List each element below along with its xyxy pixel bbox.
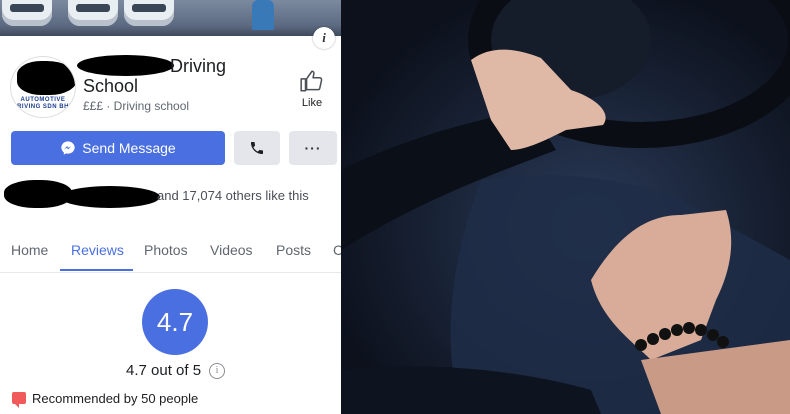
cover-photo <box>0 0 341 36</box>
messenger-icon <box>61 141 75 155</box>
page-category: £££ · Driving school <box>83 99 190 113</box>
redacted-names <box>60 186 160 208</box>
thumbs-up-icon <box>300 70 323 92</box>
active-tab-indicator <box>60 269 133 271</box>
person-image <box>252 0 274 30</box>
car-image <box>68 0 118 26</box>
tab-videos[interactable]: Videos <box>210 242 253 258</box>
logo-text: AUTOMOTIVE DRIVING SDN BHD <box>12 97 74 110</box>
page-title-line1: Driving <box>170 56 227 76</box>
car-interior-photo <box>341 0 790 414</box>
tab-posts[interactable]: Posts <box>276 242 311 258</box>
send-message-label: Send Message <box>82 140 176 156</box>
car-image <box>124 0 174 26</box>
like-button[interactable]: Like <box>295 68 329 109</box>
redaction-mark <box>17 61 75 95</box>
photo-panel <box>341 0 790 414</box>
rating-badge: 4.7 <box>142 289 208 355</box>
more-button[interactable]: ··· <box>289 131 337 165</box>
like-label: Like <box>301 97 323 109</box>
info-icon[interactable]: i <box>209 363 225 379</box>
avatar[interactable]: AUTOMOTIVE DRIVING SDN BHD <box>10 56 76 118</box>
likes-summary: and 17,074 others like this <box>157 188 309 203</box>
rating-summary: 4.7 out of 5 <box>126 362 202 379</box>
page-title-line2: School <box>83 76 139 96</box>
info-button[interactable]: i <box>313 27 335 49</box>
tab-more[interactable]: C <box>333 242 341 258</box>
recommendation-count: Recommended by 50 people <box>32 391 199 406</box>
redacted-name <box>77 55 174 76</box>
call-button[interactable] <box>234 131 280 165</box>
tab-reviews[interactable]: Reviews <box>71 242 124 258</box>
car-image <box>2 0 52 26</box>
tab-home[interactable]: Home <box>11 242 48 258</box>
recommend-icon <box>12 392 26 408</box>
tab-photos[interactable]: Photos <box>144 242 188 258</box>
tab-bar: Home Reviews Photos Videos Posts C <box>0 232 341 273</box>
send-message-button[interactable]: Send Message <box>11 131 225 165</box>
facebook-page-screenshot: i AUTOMOTIVE DRIVING SDN BHD Driving Sch… <box>0 0 341 414</box>
phone-icon <box>251 142 263 154</box>
